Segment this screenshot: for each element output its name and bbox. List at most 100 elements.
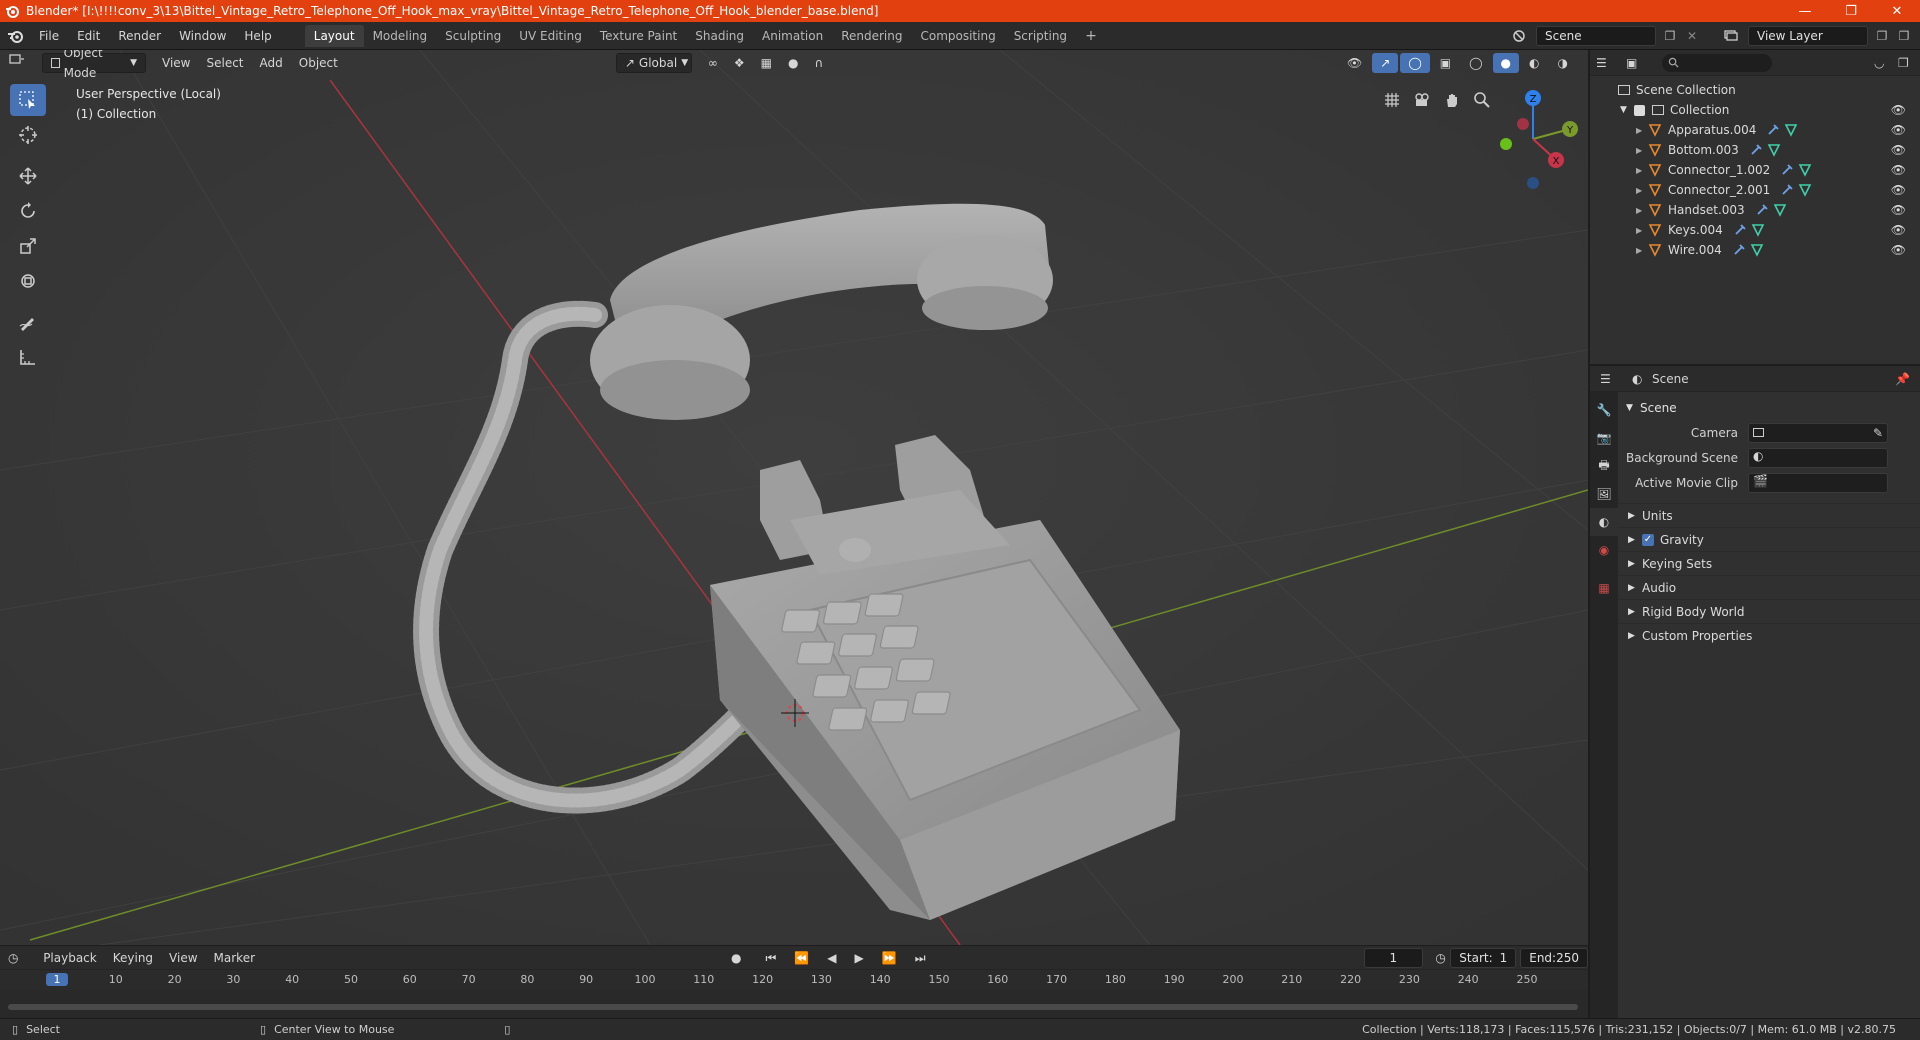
outliner-object-row[interactable]: ▶ Connector_1.002 👁 <box>1590 160 1920 180</box>
solid-shading-icon[interactable]: ● <box>1492 53 1520 73</box>
modifier-icon[interactable] <box>1733 223 1747 237</box>
expand-arrow-icon[interactable]: ▶ <box>1636 246 1648 255</box>
delete-view-layer-icon[interactable]: ❐ <box>1896 29 1912 43</box>
camera-view-icon[interactable] <box>1410 88 1434 112</box>
scene-panel-header[interactable]: ▼ Scene <box>1618 396 1920 420</box>
expand-arrow-icon[interactable]: ▶ <box>1636 206 1648 215</box>
new-collection-icon[interactable]: ❐ <box>1898 56 1920 70</box>
eye-icon[interactable]: 👁 <box>1891 103 1906 117</box>
record-icon[interactable]: ● <box>723 948 749 968</box>
tab-layout[interactable]: Layout <box>304 24 364 47</box>
start-frame-field[interactable]: Start: 1 <box>1450 947 1517 968</box>
display-mode-icon[interactable]: ▣ <box>1626 56 1656 70</box>
expand-arrow-icon[interactable]: ▶ <box>1636 186 1648 195</box>
eye-icon[interactable]: 👁 <box>1891 163 1906 177</box>
next-keyframe-icon[interactable]: ⏩ <box>874 948 905 968</box>
outliner-search-input[interactable] <box>1662 53 1772 72</box>
jump-start-icon[interactable]: ⏮ <box>758 948 785 968</box>
menu-marker[interactable]: Marker <box>206 948 263 968</box>
pan-hand-icon[interactable] <box>1440 88 1464 112</box>
material-shading-icon[interactable]: ◐ <box>1521 53 1547 73</box>
eye-icon[interactable]: 👁 <box>1891 143 1906 157</box>
minimize-icon[interactable]: — <box>1782 0 1828 22</box>
current-frame-field[interactable]: 1 <box>1363 947 1424 968</box>
expand-arrow-icon[interactable]: ▼ <box>1620 105 1634 115</box>
mesh-data-icon[interactable] <box>1798 183 1812 197</box>
scene-name-field[interactable]: Scene <box>1536 25 1656 46</box>
menu-playback[interactable]: Playback <box>35 948 105 968</box>
scene-tab-icon[interactable]: ◐ <box>1590 508 1618 536</box>
modifier-icon[interactable] <box>1780 163 1794 177</box>
delete-scene-icon[interactable]: ✕ <box>1684 29 1700 43</box>
mode-selector[interactable]: Object Mode ▼ <box>42 50 146 80</box>
cursor-tool-icon[interactable] <box>10 119 46 151</box>
outliner-object-row[interactable]: ▶ Handset.003 👁 <box>1590 200 1920 220</box>
end-frame-field[interactable]: End: 250 <box>1520 947 1588 968</box>
expand-arrow-icon[interactable]: ▶ <box>1636 126 1648 135</box>
scene-collection-row[interactable]: Scene Collection <box>1590 80 1920 100</box>
visibility-icon[interactable]: 👁 <box>1339 53 1370 73</box>
tab-animation[interactable]: Animation <box>753 25 832 47</box>
new-view-layer-icon[interactable]: ❐ <box>1872 29 1892 43</box>
scale-tool-icon[interactable] <box>10 230 46 262</box>
restore-icon[interactable]: ❐ <box>1828 0 1874 22</box>
modifier-icon[interactable] <box>1755 203 1769 217</box>
gravity-panel[interactable]: ▶ ✓ Gravity <box>1618 527 1920 551</box>
annotate-tool-icon[interactable] <box>10 306 46 338</box>
tab-scripting[interactable]: Scripting <box>1005 25 1076 47</box>
tab-rendering[interactable]: Rendering <box>832 25 911 47</box>
clock-icon[interactable]: ◷ <box>1431 951 1450 965</box>
eye-icon[interactable]: 👁 <box>1891 183 1906 197</box>
camera-field[interactable]: ✎ <box>1748 422 1888 443</box>
menu-object[interactable]: Object <box>291 53 346 73</box>
menu-add[interactable]: Add <box>252 53 291 73</box>
expand-arrow-icon[interactable]: ▶ <box>1636 166 1648 175</box>
keying-sets-panel[interactable]: ▶ Keying Sets <box>1618 551 1920 575</box>
mesh-data-icon[interactable] <box>1750 243 1764 257</box>
outliner-editor-icon[interactable]: ☰ <box>1596 56 1626 70</box>
active-movie-clip-field[interactable]: 🎬 <box>1748 472 1888 493</box>
move-tool-icon[interactable] <box>10 160 46 192</box>
outliner-object-row[interactable]: ▶ Connector_2.001 👁 <box>1590 180 1920 200</box>
play-icon[interactable]: ▶ <box>847 948 872 968</box>
snap-target-icon[interactable]: ▦ <box>753 53 780 73</box>
tab-uv-editing[interactable]: UV Editing <box>510 25 591 47</box>
grid-view-icon[interactable] <box>1380 88 1404 112</box>
menu-file[interactable]: File <box>30 25 68 47</box>
custom-properties-panel[interactable]: ▶ Custom Properties <box>1618 623 1920 647</box>
rigid-body-world-panel[interactable]: ▶ Rigid Body World <box>1618 599 1920 623</box>
menu-help[interactable]: Help <box>235 25 280 47</box>
eye-icon[interactable]: 👁 <box>1891 243 1906 257</box>
modifier-icon[interactable] <box>1749 143 1763 157</box>
timeline-scrollbar[interactable] <box>8 1004 1578 1010</box>
mesh-data-icon[interactable] <box>1798 163 1812 177</box>
prev-keyframe-icon[interactable]: ⏪ <box>786 948 817 968</box>
modifier-icon[interactable] <box>1732 243 1746 257</box>
tab-sculpting[interactable]: Sculpting <box>436 25 510 47</box>
transform-tool-icon[interactable] <box>10 265 46 297</box>
wireframe-shading-icon[interactable]: ◯ <box>1461 53 1490 73</box>
eye-icon[interactable]: 👁 <box>1891 203 1906 217</box>
close-icon[interactable]: ✕ <box>1874 0 1920 22</box>
proportional-edit-icon[interactable]: ● <box>780 53 806 73</box>
add-workspace-button[interactable]: + <box>1076 25 1106 47</box>
select-box-tool-icon[interactable] <box>10 84 46 116</box>
render-tab-icon[interactable]: 📷 <box>1590 424 1618 452</box>
eye-icon[interactable]: 👁 <box>1891 123 1906 137</box>
pin-icon[interactable]: 📌 <box>1895 372 1910 386</box>
world-tab-icon[interactable]: ◉ <box>1590 536 1618 564</box>
view-layer-tab-icon[interactable]: 🖼 <box>1590 480 1618 508</box>
tab-modeling[interactable]: Modeling <box>364 25 437 47</box>
pivot-point-icon[interactable]: ∞ <box>700 53 726 73</box>
menu-keying[interactable]: Keying <box>105 948 161 968</box>
texture-tab-icon[interactable]: ▦ <box>1590 574 1618 602</box>
xray-toggle-icon[interactable]: ▣ <box>1432 53 1459 73</box>
menu-window[interactable]: Window <box>170 25 235 47</box>
audio-panel[interactable]: ▶ Audio <box>1618 575 1920 599</box>
tab-compositing[interactable]: Compositing <box>911 25 1004 47</box>
outliner-object-row[interactable]: ▶ Bottom.003 👁 <box>1590 140 1920 160</box>
timeline-editor-icon[interactable]: ◷ ▾ <box>0 948 35 985</box>
measure-tool-icon[interactable] <box>10 341 46 373</box>
output-tab-icon[interactable]: 🖶 <box>1590 452 1618 480</box>
mesh-data-icon[interactable] <box>1784 123 1798 137</box>
